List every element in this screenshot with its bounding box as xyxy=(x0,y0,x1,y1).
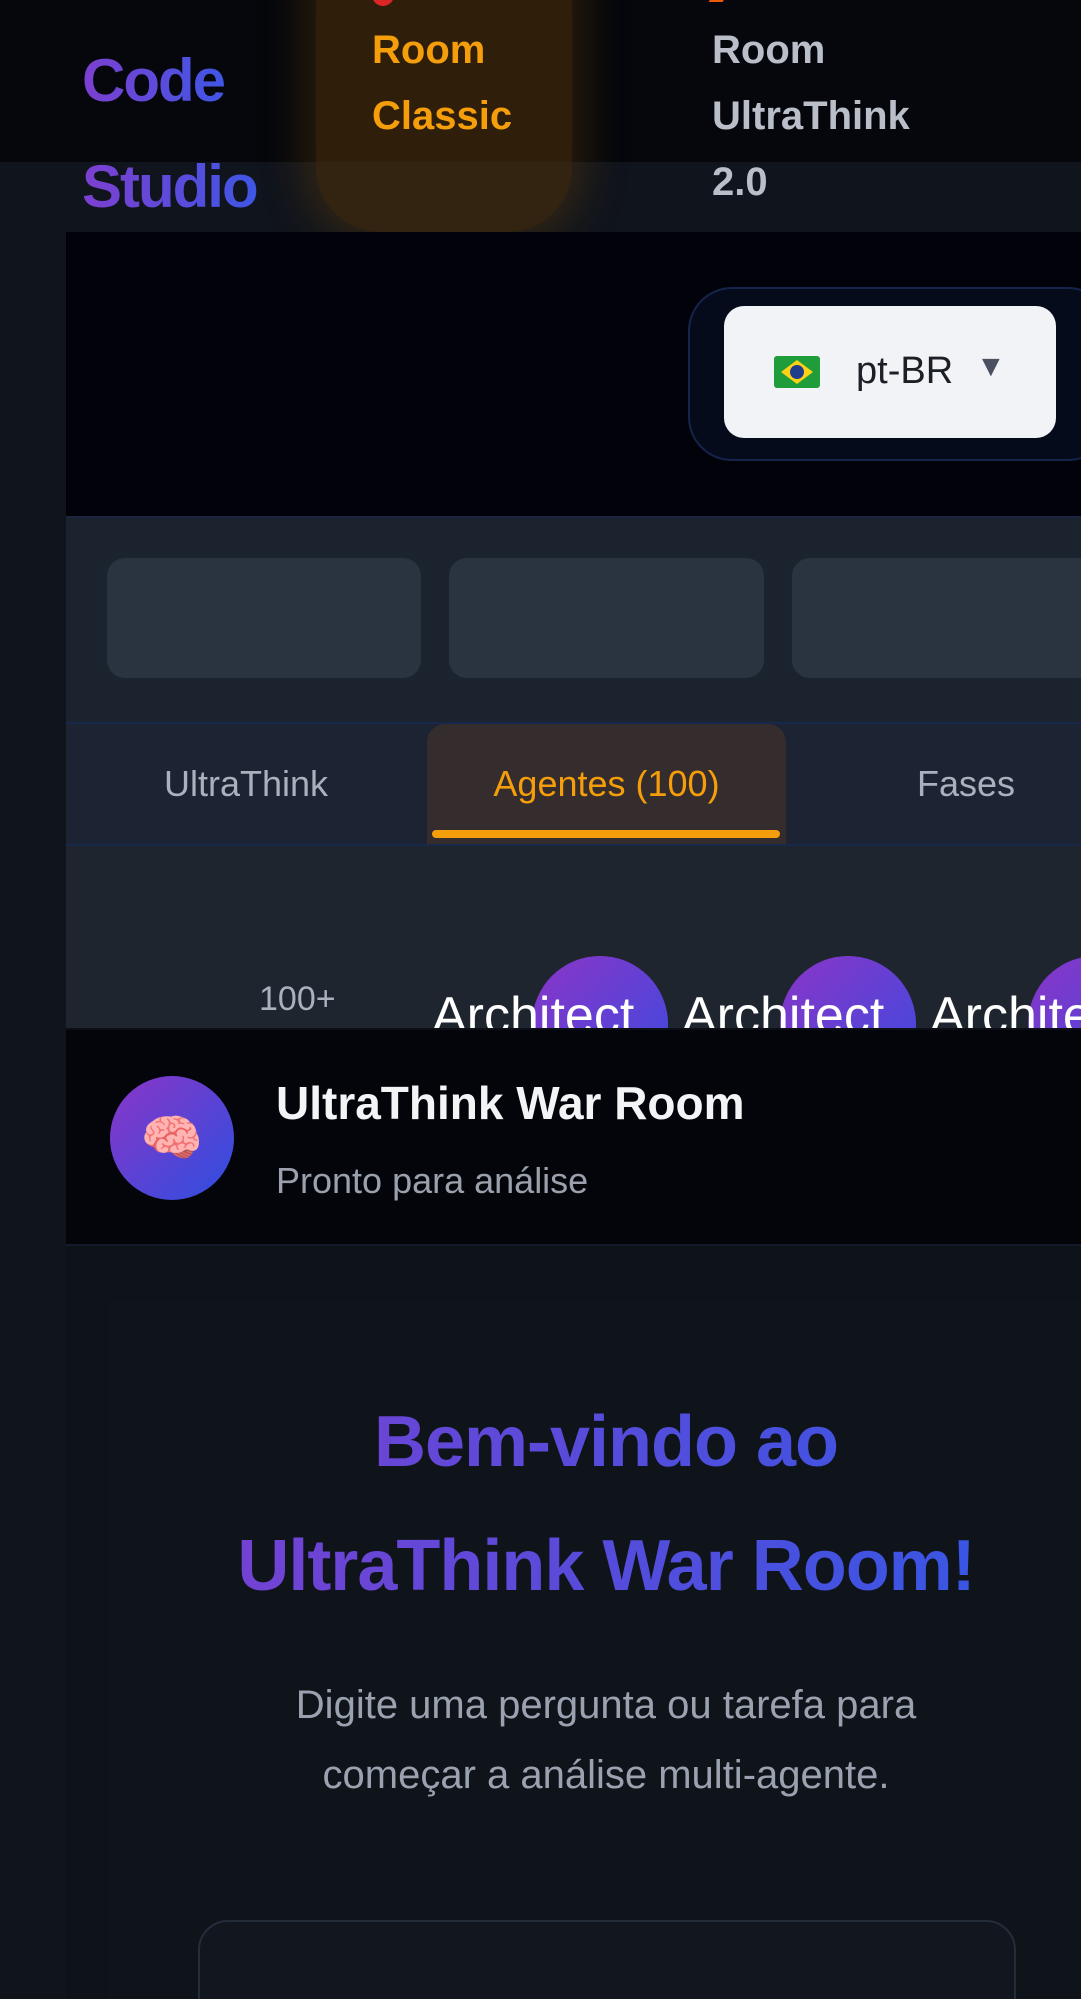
welcome-subtitle-line-1: Digite uma pergunta ou tarefa para xyxy=(295,1683,917,1727)
chevron-down-icon: ▼ xyxy=(976,350,1006,383)
language-select[interactable]: pt-BR ▼ xyxy=(724,306,1056,438)
classic-mode-label-2: Classic xyxy=(372,94,513,138)
stat-card-3 xyxy=(792,558,1081,678)
app-root: Code Studio Room Classic Room UltraThink… xyxy=(0,0,1081,1999)
classic-mode-label-1: Room xyxy=(372,28,486,72)
brand-title-line-1: Code xyxy=(82,47,226,114)
brain-icon: 🧠 xyxy=(110,1076,234,1200)
language-value: pt-BR xyxy=(856,350,954,392)
agent-name: Architect xyxy=(682,987,885,1028)
active-tab-indicator xyxy=(432,830,780,838)
tab-ultrathink[interactable]: UltraThink xyxy=(66,724,426,844)
welcome-title-line-2: UltraThink War Room! xyxy=(106,1504,1081,1628)
agents-count: 100+ xyxy=(259,980,336,1018)
tab-fases[interactable]: Fases xyxy=(786,724,1081,844)
agents-strip: 100+ Architect Architect Architect xyxy=(66,846,1081,1028)
stat-card-1 xyxy=(107,558,421,678)
prompt-input[interactable] xyxy=(198,1920,1016,1999)
agent-name: Architect xyxy=(930,987,1081,1028)
welcome-subtitle-line-2: começar a análise multi-agente. xyxy=(322,1753,890,1797)
stat-card-2 xyxy=(449,558,764,678)
chat-status: Pronto para análise xyxy=(276,1160,589,1201)
ultrathink-mode-label-1[interactable]: Room xyxy=(712,28,825,73)
ultrathink-mode-label-3[interactable]: 2.0 xyxy=(712,160,768,205)
welcome-title-line-1: Bem-vindo ao xyxy=(106,1380,1081,1504)
chat-title: UltraThink War Room xyxy=(276,1077,745,1129)
tab-agentes[interactable]: Agentes (100) xyxy=(427,724,786,844)
left-gutter xyxy=(0,232,66,1999)
ultrathink-mode-label-2[interactable]: UltraThink xyxy=(712,94,910,139)
brand-title-line-2: Studio xyxy=(82,153,259,220)
brazil-flag-icon xyxy=(774,356,820,388)
agent-name: Architect xyxy=(432,987,635,1028)
